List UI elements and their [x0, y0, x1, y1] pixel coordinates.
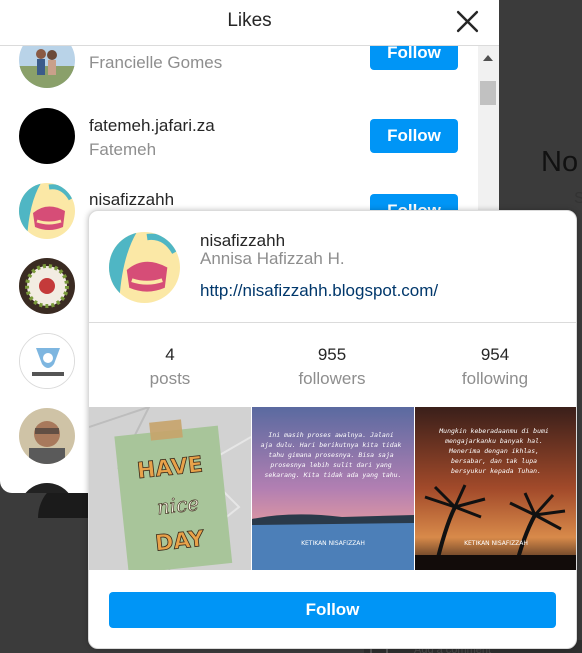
list-item[interactable]: fatemeh.jafari.za Fatemeh Follow [0, 101, 478, 176]
close-icon[interactable] [455, 9, 480, 34]
avatar[interactable] [109, 232, 180, 303]
avatar[interactable] [19, 46, 75, 88]
follow-button[interactable]: Follow [109, 592, 556, 628]
background-heading: No [541, 146, 579, 178]
stat-followers: 955 followers [267, 345, 397, 389]
like-username[interactable]: nisafizzahh [89, 190, 174, 210]
post-thumbnail[interactable]: Ini masih proses awalnya. Jalani aja dul… [252, 407, 414, 570]
like-fullname: Francielle Gomes [89, 53, 223, 72]
post-thumbnail[interactable]: Mungkin keberadaanmu di bumi mengajarkan… [415, 407, 576, 570]
avatar[interactable] [19, 408, 75, 464]
post-credit: KETIKAN NISAFIZZAH [301, 540, 365, 547]
stat-label: posts [149, 369, 191, 388]
avatar[interactable] [19, 258, 75, 314]
avatar[interactable] [19, 333, 75, 389]
post-thumbnail[interactable]: HAVE nice DAY [89, 407, 251, 570]
svg-text:DAY: DAY [154, 527, 207, 557]
follow-button[interactable]: Follow [370, 119, 458, 153]
profile-website-link[interactable]: http://nisafizzahh.blogspot.com/ [200, 281, 438, 301]
profile-username[interactable]: nisafizzahh [200, 231, 285, 251]
divider [89, 322, 576, 323]
scroll-thumb[interactable] [480, 81, 496, 105]
stat-following: 954 following [430, 345, 560, 389]
likes-header: Likes [0, 0, 499, 46]
like-username[interactable]: frangomes041 [89, 46, 198, 47]
stat-posts: 4 posts [105, 345, 235, 389]
stat-label: following [461, 369, 529, 388]
stat-value: 4 [165, 345, 175, 364]
list-item[interactable]: frangomes041 Francielle Gomes Follow [0, 46, 478, 101]
post-quote-text: Ini masih proses awalnya. Jalani aja dul… [261, 431, 406, 479]
stat-value: 955 [317, 345, 347, 364]
stat-value: 954 [480, 345, 510, 364]
avatar[interactable] [19, 483, 75, 493]
like-username[interactable]: fatemeh.jafari.za [89, 116, 215, 136]
follow-button[interactable]: Follow [370, 46, 458, 70]
scroll-up-arrow-icon[interactable] [483, 55, 493, 61]
profile-hover-card: nisafizzahh Annisa Hafizzah H. http://ni… [88, 210, 577, 649]
profile-fullname: Annisa Hafizzah H. [200, 249, 345, 268]
avatar[interactable] [19, 108, 75, 164]
modal-title: Likes [227, 10, 272, 31]
stat-label: followers [298, 369, 366, 388]
avatar[interactable] [19, 183, 75, 239]
background-subtext: S [574, 190, 582, 207]
svg-text:nice: nice [156, 491, 201, 519]
post-credit: KETIKAN NISAFIZZAH [464, 540, 528, 547]
post-quote-text: Mungkin keberadaanmu di bumi mengajarkan… [438, 427, 553, 475]
like-fullname: Fatemeh [89, 140, 157, 159]
